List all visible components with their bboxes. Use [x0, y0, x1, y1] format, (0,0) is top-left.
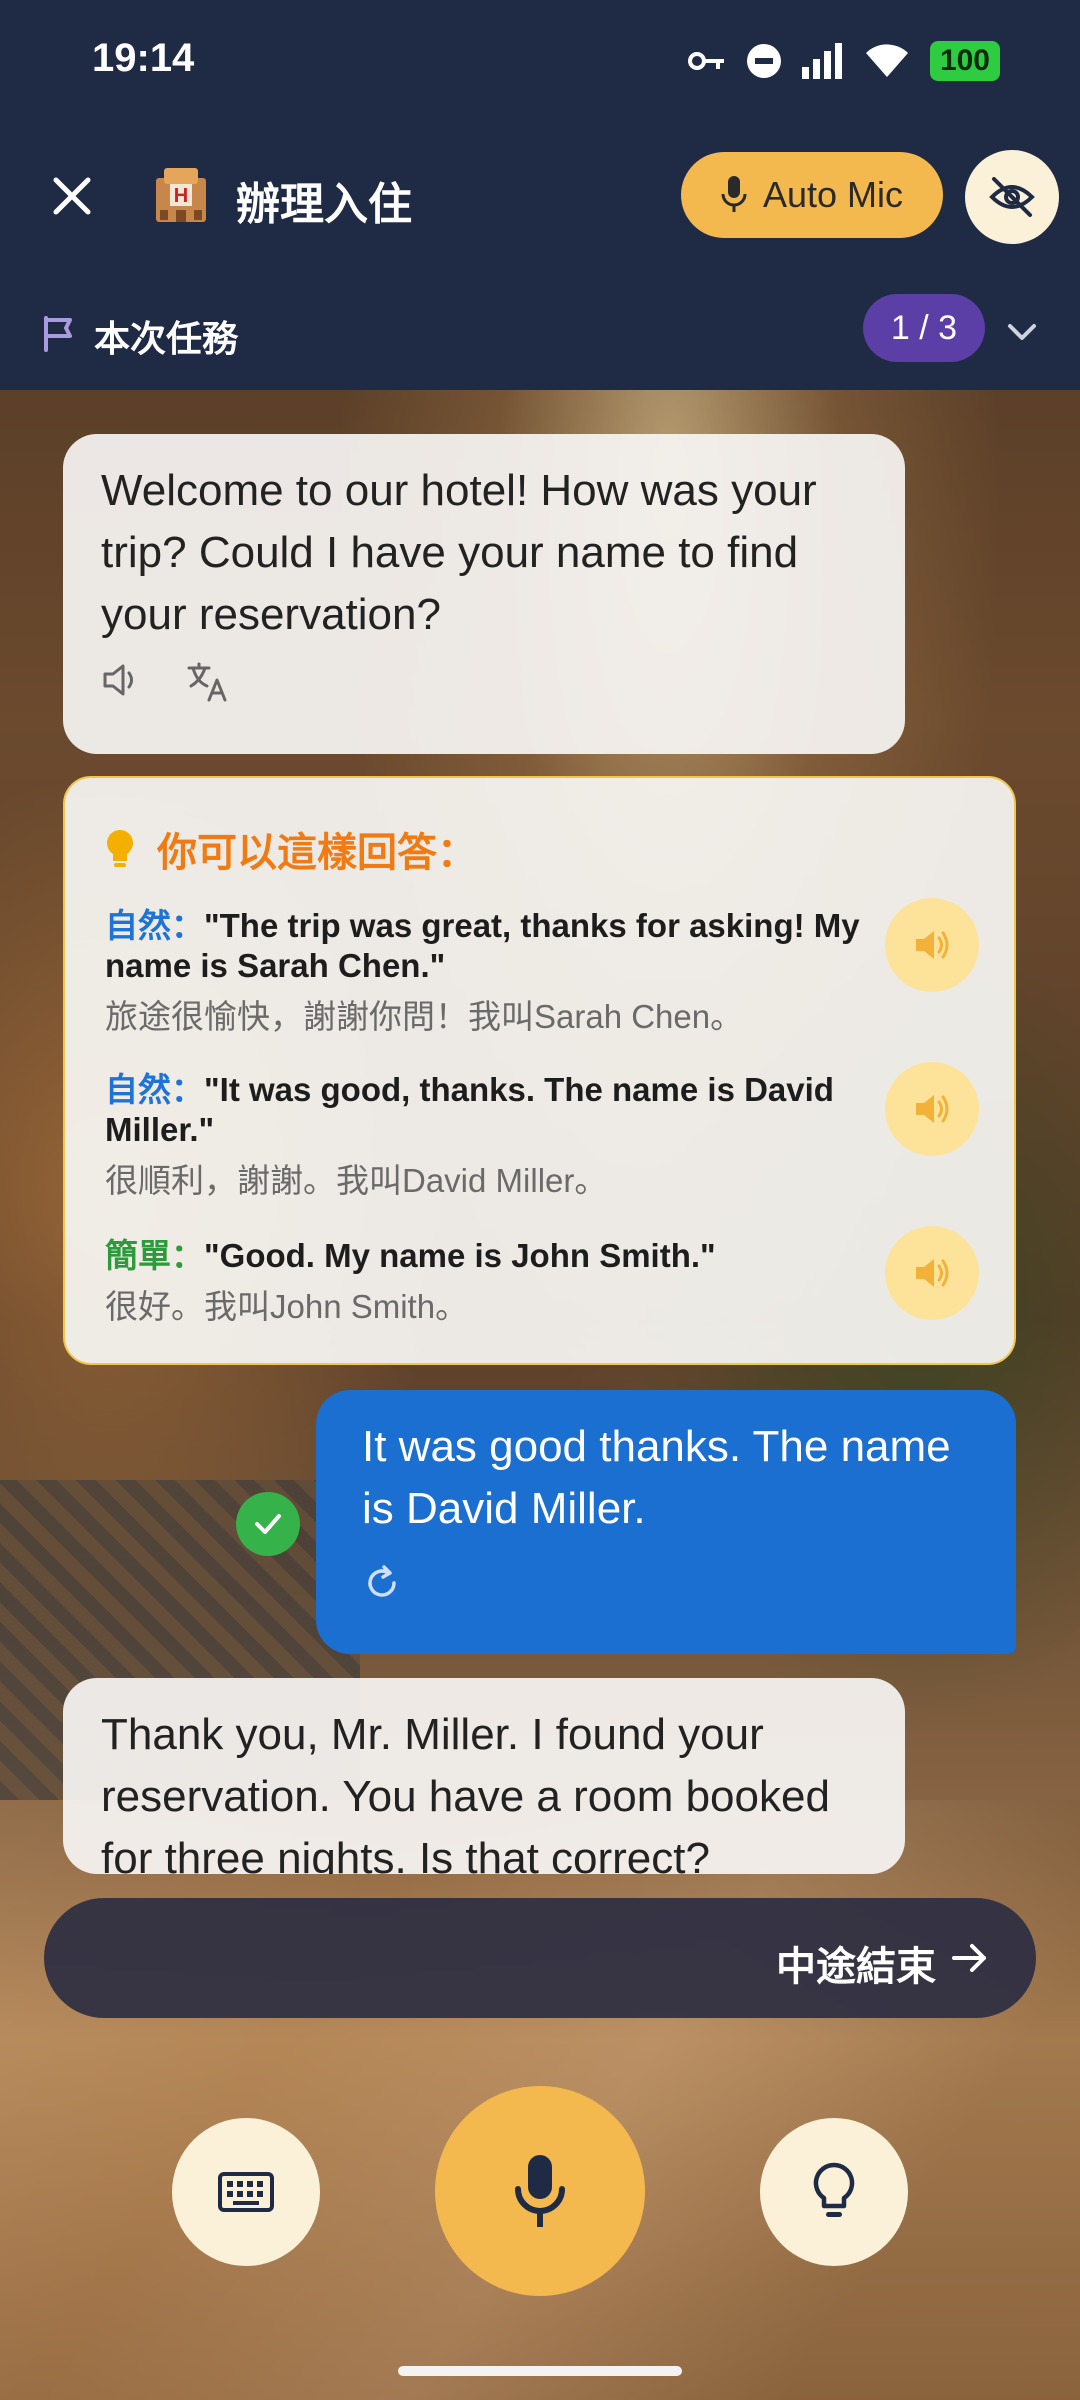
- svg-text:H: H: [174, 185, 188, 207]
- lightbulb-icon: [813, 2162, 855, 2217]
- signal-icon: [801, 43, 844, 79]
- speaker-icon: [916, 1095, 949, 1123]
- suggestion-english: "Good. My name is John Smith.": [204, 1237, 716, 1274]
- record-mic-button[interactable]: [435, 2086, 645, 2296]
- play-suggestion-button[interactable]: [885, 1062, 979, 1156]
- hide-text-toggle[interactable]: [965, 150, 1059, 244]
- eye-off-icon: [989, 177, 1035, 217]
- suggestion-tag: 簡單：: [105, 1237, 204, 1274]
- auto-mic-button[interactable]: Auto Mic: [681, 152, 943, 238]
- close-button[interactable]: [44, 168, 100, 224]
- task-progress-counter: 1 / 3: [863, 294, 985, 362]
- microphone-icon: [515, 2155, 565, 2227]
- auto-mic-label: Auto Mic: [762, 174, 904, 215]
- suggestion-chinese: 很好。我叫John Smith。: [105, 1288, 469, 1325]
- do-not-disturb-icon: [746, 43, 782, 79]
- top-bar: H 辦理入住 Auto Mic: [0, 150, 1080, 244]
- close-icon: [53, 177, 91, 215]
- vpn-key-icon: [687, 49, 726, 73]
- suggestion-tag: 自然：: [105, 1071, 204, 1108]
- hint-button[interactable]: [760, 2118, 908, 2266]
- ai-message-text: Welcome to our hotel! How was your trip?…: [101, 466, 817, 639]
- status-icons: 100: [687, 38, 1000, 84]
- status-bar: 19:14 100: [0, 0, 1080, 120]
- suggestion-tag: 自然：: [105, 907, 204, 944]
- end-session-label: 中途結束: [776, 1945, 936, 1989]
- checkmark-icon: [255, 1514, 281, 1534]
- status-time: 19:14: [92, 36, 195, 80]
- speaker-icon: [916, 931, 949, 959]
- speaker-icon[interactable]: [101, 660, 141, 700]
- user-message-text: It was good thanks. The name is David Mi…: [362, 1422, 951, 1533]
- play-suggestion-button[interactable]: [885, 898, 979, 992]
- home-indicator[interactable]: [398, 2366, 682, 2376]
- hotel-icon: H: [150, 164, 212, 226]
- page-title: 辦理入住: [236, 180, 412, 229]
- ai-message-bubble: Thank you, Mr. Miller. I found your rese…: [63, 1678, 905, 1874]
- lightbulb-icon: [107, 830, 133, 867]
- suggested-replies-card: 你可以這樣回答： 自然："The trip was great, thanks …: [63, 776, 1016, 1365]
- suggestions-title-text: 你可以這樣回答：: [157, 831, 477, 875]
- suggestion-item: 自然："The trip was great, thanks for askin…: [105, 906, 915, 1038]
- task-bar[interactable]: 本次任務 1 / 3: [0, 290, 1080, 390]
- message-check-badge: [236, 1492, 300, 1556]
- play-suggestion-button[interactable]: [885, 1226, 979, 1320]
- retry-icon[interactable]: [362, 1563, 402, 1603]
- suggestions-title: 你可以這樣回答：: [105, 820, 477, 878]
- battery-icon: 100: [929, 41, 1000, 81]
- keyboard-button[interactable]: [172, 2118, 320, 2266]
- suggestion-item: 自然："It was good, thanks. The name is Dav…: [105, 1070, 915, 1202]
- suggestion-english: "The trip was great, thanks for asking! …: [105, 907, 860, 984]
- header: 19:14 100 H 辦理入住 Auto Mic 本次任務 1 / 3: [0, 0, 1080, 390]
- suggestion-english: "It was good, thanks. The name is David …: [105, 1071, 834, 1148]
- task-label: 本次任務: [94, 318, 239, 359]
- keyboard-icon: [218, 2172, 274, 2212]
- translate-icon[interactable]: [185, 660, 229, 704]
- chevron-down-icon[interactable]: [1000, 310, 1044, 354]
- wifi-icon: [864, 43, 910, 79]
- mic-icon: [721, 176, 747, 212]
- ai-message-text: Thank you, Mr. Miller. I found your rese…: [101, 1710, 830, 1874]
- suggestion-chinese: 旅途很愉快，謝謝你問！我叫Sarah Chen。: [105, 998, 744, 1035]
- end-session-bar[interactable]: 中途結束: [44, 1898, 1036, 2018]
- flag-icon: [44, 316, 72, 352]
- arrow-right-icon: [952, 1944, 986, 1972]
- suggestion-chinese: 很順利，謝謝。我叫David Miller。: [105, 1162, 608, 1199]
- ai-message-bubble: Welcome to our hotel! How was your trip?…: [63, 434, 905, 754]
- speaker-icon: [916, 1259, 949, 1287]
- message-actions: [101, 660, 867, 704]
- user-message-bubble: It was good thanks. The name is David Mi…: [316, 1390, 1016, 1654]
- suggestion-item: 簡單："Good. My name is John Smith." 很好。我叫J…: [105, 1236, 915, 1328]
